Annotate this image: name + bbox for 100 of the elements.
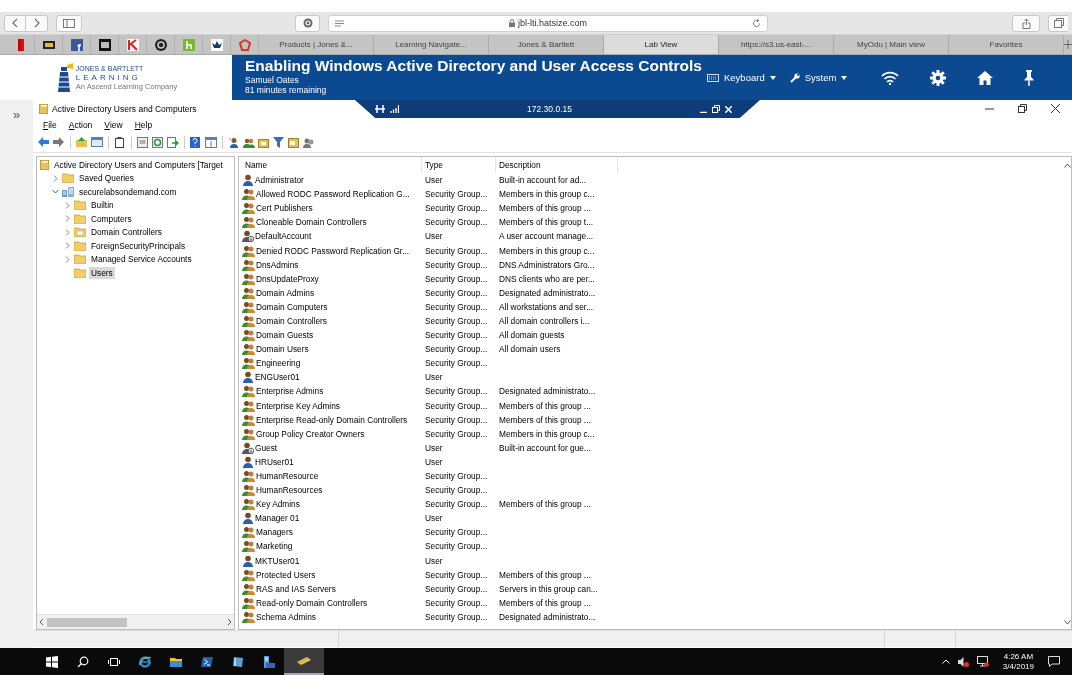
table-cell: DnsUpdateProxy bbox=[256, 273, 319, 284]
column-header[interactable]: Name bbox=[242, 157, 422, 173]
bookmark-icon[interactable] bbox=[154, 38, 167, 51]
new-tab-icon[interactable] bbox=[1064, 40, 1072, 49]
caret-icon bbox=[769, 75, 776, 80]
tree-item[interactable]: Computers bbox=[89, 212, 134, 225]
forward-icon[interactable] bbox=[53, 137, 65, 148]
browser-tab[interactable]: https://s3.us-east-... bbox=[719, 35, 834, 54]
sidebar-toggle[interactable]: » bbox=[12, 108, 21, 122]
scroll-up-icon[interactable] bbox=[1063, 163, 1071, 168]
export-icon[interactable] bbox=[167, 137, 179, 148]
add-to-group-icon[interactable] bbox=[303, 137, 315, 148]
table-cell: HumanResources bbox=[256, 485, 323, 496]
table-cell: Enterprise Admins bbox=[256, 386, 324, 397]
sidebar-button[interactable] bbox=[56, 14, 82, 32]
help-icon[interactable] bbox=[190, 137, 202, 148]
app-icon bbox=[39, 103, 48, 114]
up-folder-icon[interactable] bbox=[76, 137, 88, 148]
server-icon bbox=[262, 655, 275, 668]
sidebar-icon bbox=[63, 18, 75, 28]
speaker-muted-icon[interactable] bbox=[957, 656, 969, 667]
new-user-icon[interactable] bbox=[228, 137, 240, 148]
new-ou-icon[interactable] bbox=[258, 137, 270, 148]
bookmark-icon[interactable] bbox=[210, 38, 223, 51]
group-icon bbox=[242, 540, 255, 553]
table-cell-text: Security Group... bbox=[424, 358, 489, 369]
settings-icon[interactable] bbox=[930, 69, 947, 86]
column-header[interactable]: Type bbox=[422, 157, 496, 173]
group-icon bbox=[242, 343, 255, 356]
tree-item[interactable]: Saved Queries bbox=[77, 172, 136, 185]
browser-tab[interactable]: MyOdu | Main view bbox=[834, 35, 949, 54]
table-cell: Cloneable Domain Controllers bbox=[256, 217, 367, 228]
menu-item[interactable]: View bbox=[104, 120, 123, 130]
bookmark-icon[interactable] bbox=[98, 38, 111, 51]
clipboard-icon[interactable] bbox=[114, 137, 126, 148]
filter-icon[interactable] bbox=[273, 137, 285, 148]
browser-tab[interactable]: Favorites bbox=[949, 35, 1064, 54]
share-icon bbox=[1021, 17, 1031, 29]
tree-item[interactable]: Builtin bbox=[89, 199, 116, 212]
tab-overview-button[interactable] bbox=[1048, 14, 1068, 32]
tree-item[interactable]: securelabsondemand.com bbox=[77, 185, 179, 198]
tree-item[interactable]: Domain Controllers bbox=[89, 226, 164, 239]
clock-date[interactable]: 3/4/2019 bbox=[1002, 661, 1034, 672]
properties-icon[interactable] bbox=[137, 137, 149, 148]
chevron-up-icon[interactable] bbox=[941, 659, 950, 664]
console-tree-icon[interactable] bbox=[91, 137, 103, 148]
table-cell: ENGUser01 bbox=[255, 372, 300, 383]
table-cell-text: Members in this group c... bbox=[498, 428, 596, 439]
header-menu[interactable]: Keyboard bbox=[707, 72, 776, 83]
menu-item[interactable]: Help bbox=[134, 120, 153, 130]
back-icon[interactable] bbox=[38, 137, 50, 148]
share-button[interactable] bbox=[1012, 14, 1040, 32]
network-icon[interactable] bbox=[976, 656, 989, 667]
table-cell-text: Security Group... bbox=[424, 499, 489, 510]
tree-item[interactable]: ForeignSecurityPrincipals bbox=[89, 239, 188, 252]
scrollbar-thumb[interactable] bbox=[47, 617, 127, 627]
new-group-icon[interactable] bbox=[243, 137, 255, 148]
column-header[interactable]: Description bbox=[496, 157, 618, 173]
extension-button[interactable] bbox=[295, 14, 320, 32]
restore-icon[interactable] bbox=[1018, 104, 1027, 113]
browser-tab[interactable]: Products | Jones &... bbox=[259, 35, 374, 54]
bookmark-icon[interactable] bbox=[70, 38, 83, 51]
view-icon[interactable] bbox=[205, 137, 217, 148]
group-icon bbox=[242, 568, 255, 581]
group-icon bbox=[242, 399, 255, 412]
table-cell-text: Designated administrato... bbox=[498, 287, 597, 298]
caret-icon bbox=[841, 75, 848, 80]
close-icon[interactable] bbox=[1051, 104, 1060, 113]
find-icon[interactable] bbox=[288, 137, 300, 148]
table-cell-text: User bbox=[424, 456, 444, 467]
table-cell: HRUser01 bbox=[255, 456, 294, 467]
scroll-down-icon[interactable] bbox=[1063, 620, 1071, 625]
tree-item[interactable]: Managed Service Accounts bbox=[89, 253, 194, 266]
menu-item[interactable]: Action bbox=[68, 120, 93, 130]
header-menu[interactable]: System bbox=[789, 72, 848, 83]
refresh-icon[interactable] bbox=[152, 137, 164, 148]
table-cell: Enterprise Read-only Domain Controllers bbox=[256, 414, 408, 425]
task-view-icon bbox=[107, 655, 120, 668]
clock-time[interactable]: 4:26 AM bbox=[1003, 651, 1034, 662]
browser-tab[interactable]: Lab View bbox=[604, 35, 719, 54]
menu-item[interactable]: File bbox=[43, 120, 57, 130]
notification-icon[interactable] bbox=[1048, 656, 1060, 667]
browser-tab[interactable]: Learning Navigate... bbox=[374, 35, 489, 54]
home-icon[interactable] bbox=[977, 70, 994, 85]
table-cell-text: Security Group... bbox=[424, 597, 489, 608]
group-icon bbox=[242, 300, 255, 313]
search-icon bbox=[76, 655, 89, 668]
active-app-button[interactable] bbox=[284, 648, 324, 675]
bookmark-icon[interactable] bbox=[42, 38, 55, 51]
wifi-icon[interactable] bbox=[881, 70, 900, 85]
bookmark-icon[interactable] bbox=[126, 38, 139, 51]
table-cell-text: Designated administrato... bbox=[498, 611, 597, 622]
tree-item[interactable]: Active Directory Users and Computers [Target bbox=[52, 158, 225, 171]
tree-item[interactable]: Users bbox=[89, 266, 115, 279]
browser-icon bbox=[138, 655, 151, 668]
table-cell-text: All domain users bbox=[498, 344, 562, 355]
restore-icon[interactable] bbox=[712, 105, 720, 113]
group-icon bbox=[242, 427, 255, 440]
group-icon bbox=[242, 526, 255, 539]
address-field[interactable]: jbl-lti.hatsize.com bbox=[328, 14, 768, 32]
